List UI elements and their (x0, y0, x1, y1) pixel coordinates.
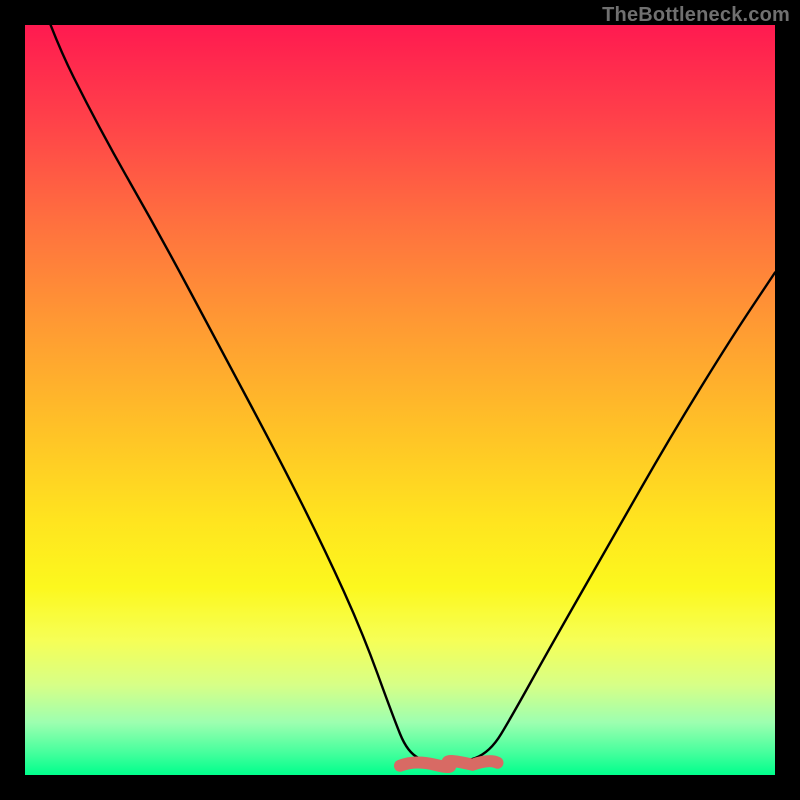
watermark-text: TheBottleneck.com (602, 4, 790, 27)
chart-frame: TheBottleneck.com (0, 0, 800, 800)
chart-svg (25, 25, 775, 775)
plateau-highlight (400, 761, 498, 767)
chart-plot-area (25, 25, 775, 775)
bottleneck-curve (25, 25, 775, 764)
